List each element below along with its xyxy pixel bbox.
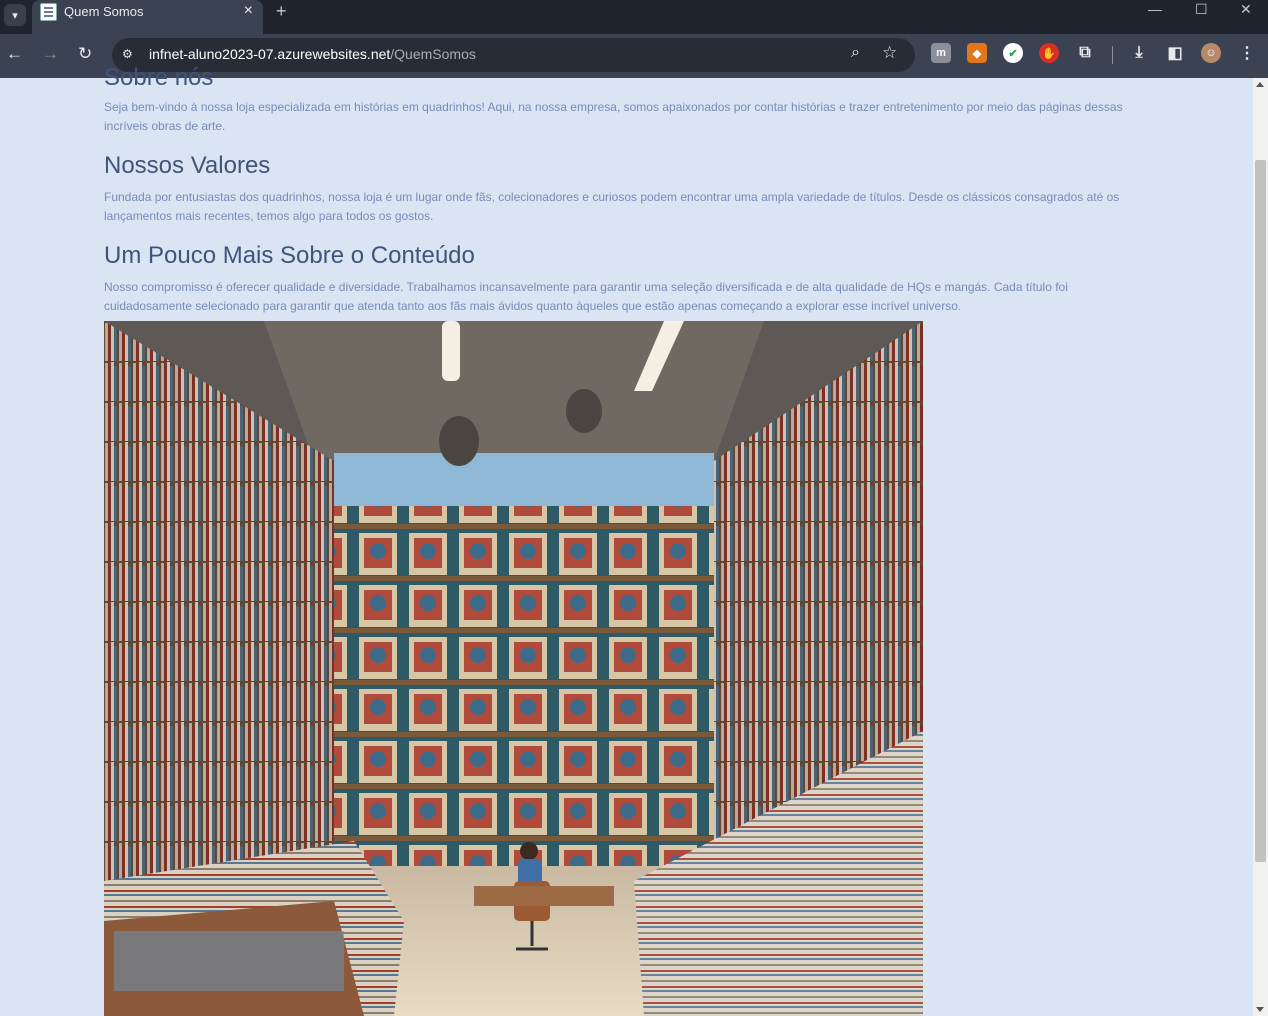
toolbar-divider [1112, 46, 1113, 64]
tab-title: Quem Somos [64, 4, 144, 19]
close-tab-icon[interactable]: × [244, 2, 253, 20]
section-text-nossos-valores: Fundada por entusiastas dos quadrinhos, … [104, 190, 1120, 223]
back-icon[interactable]: ← [6, 44, 23, 64]
forward-icon[interactable]: → [42, 44, 59, 64]
tab-search-button[interactable]: ▾ [4, 4, 26, 26]
extension-fox-icon[interactable]: ◆ [967, 43, 987, 63]
reload-icon[interactable]: ↻ [78, 44, 92, 64]
extensions-puzzle-icon[interactable]: ⧉ [1075, 43, 1095, 63]
page-scrollbar[interactable] [1253, 78, 1268, 1016]
zoom-icon[interactable]: ⌕ [851, 44, 860, 62]
new-tab-button[interactable]: + [276, 1, 287, 22]
maximize-icon[interactable]: ☐ [1195, 1, 1208, 18]
bookmark-star-icon[interactable]: ☆ [882, 43, 897, 63]
section-title-conteudo: Um Pouco Mais Sobre o Conteúdo [104, 242, 475, 269]
menu-kebab-icon[interactable]: ⋮ [1237, 43, 1257, 63]
tab-quem-somos[interactable]: Quem Somos × [32, 0, 263, 34]
download-icon[interactable]: ⤓ [1129, 43, 1149, 63]
side-panel-icon[interactable]: ◧ [1165, 43, 1185, 63]
section-title-nossos-valores: Nossos Valores [104, 152, 271, 179]
tab-strip: ▾ Quem Somos × + — ☐ ✕ [0, 0, 1268, 34]
scrollbar-thumb[interactable] [1255, 160, 1266, 862]
scroll-up-icon[interactable] [1256, 82, 1264, 87]
extension-m-icon[interactable]: m [931, 43, 951, 63]
section-text-conteudo: Nosso compromisso é oferecer qualidade e… [104, 280, 1068, 313]
page-favicon-icon [40, 3, 57, 21]
section-title-sobre-nos: Sobre nós [104, 64, 214, 91]
url-text[interactable]: infnet-aluno2023-07.azurewebsites.net/Qu… [149, 46, 476, 62]
main-content: Sobre nós Seja bem-vindo à nossa loja es… [104, 66, 1144, 316]
minimize-icon[interactable]: — [1148, 1, 1162, 17]
section-text-sobre-nos: Seja bem-vindo à nossa loja especializad… [104, 100, 1123, 133]
extension-shield-icon[interactable]: ✔ [1003, 43, 1023, 63]
site-info-icon[interactable]: ⚙ [122, 47, 136, 61]
close-window-icon[interactable]: ✕ [1240, 1, 1252, 18]
scroll-down-icon[interactable] [1256, 1007, 1264, 1012]
profile-avatar[interactable]: ☺ [1201, 43, 1221, 63]
comic-store-image [104, 321, 923, 1016]
extension-stop-icon[interactable]: ✋ [1039, 43, 1059, 63]
